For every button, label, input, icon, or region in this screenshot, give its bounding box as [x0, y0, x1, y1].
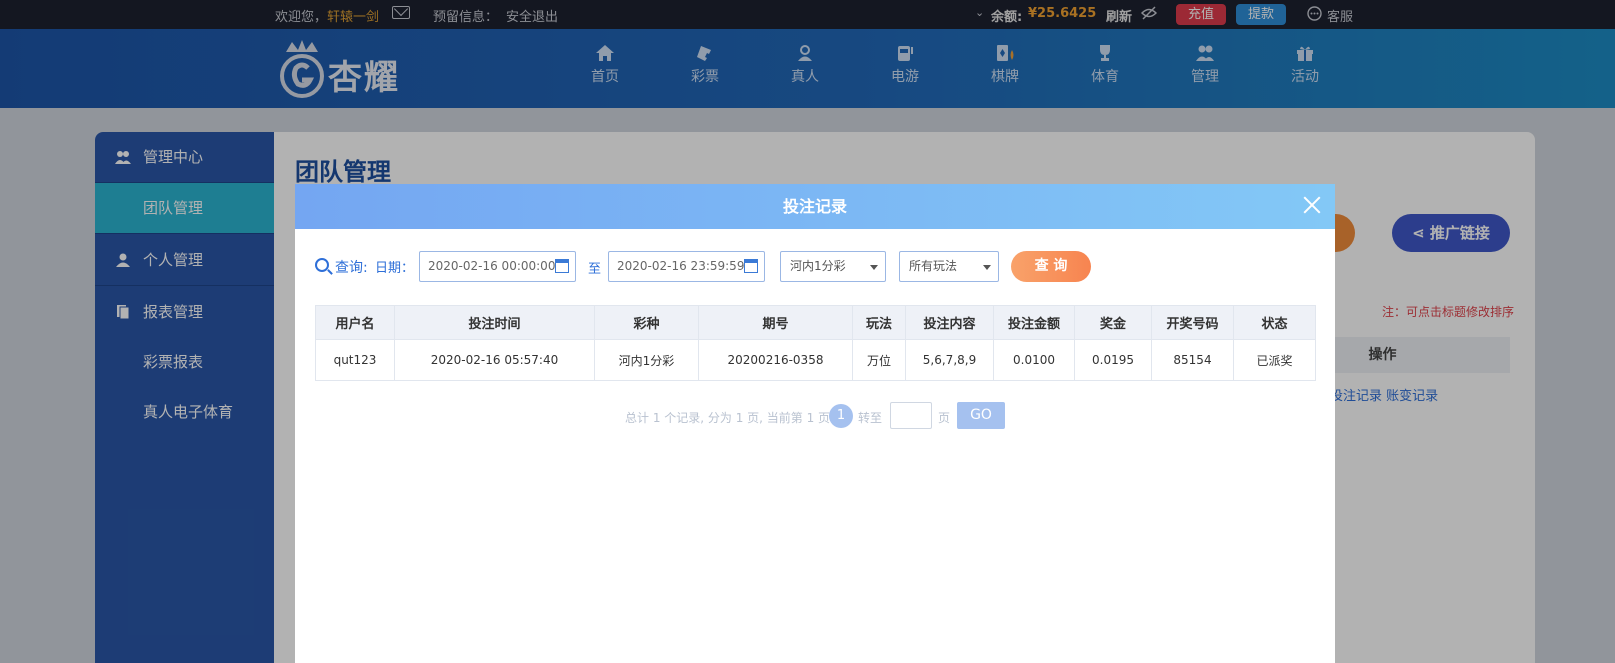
close-icon[interactable]: [1301, 194, 1323, 216]
dropdown-arrow-icon: [983, 265, 991, 270]
cell-status: 已派奖: [1233, 339, 1316, 381]
lottery-type-select[interactable]: 河内1分彩: [780, 251, 886, 282]
pagination: 总计 1 个记录, 分为 1 页, 当前第 1 页 1 转至 页 GO: [295, 402, 1335, 430]
table-header-row: 用户名 投注时间 彩种 期号 玩法 投注内容 投注金额 奖金 开奖号码 状态: [315, 305, 1316, 340]
page-jump-input[interactable]: [890, 402, 932, 429]
date-to-input[interactable]: 2020-02-16 23:59:59: [608, 251, 765, 282]
cell-bet-time: 2020-02-16 05:57:40: [394, 339, 595, 381]
jump-to-label: 转至: [858, 411, 883, 425]
modal-title: 投注记录: [295, 184, 1335, 229]
calendar-icon[interactable]: [555, 259, 569, 273]
cell-bet-amount: 0.0100: [993, 339, 1075, 381]
to-label: 至: [588, 262, 602, 277]
search-icon: [315, 258, 329, 272]
column-header[interactable]: 奖金: [1074, 305, 1152, 340]
column-header[interactable]: 投注内容: [905, 305, 994, 340]
column-header[interactable]: 开奖号码: [1151, 305, 1234, 340]
date-from-input[interactable]: 2020-02-16 00:00:00: [419, 251, 576, 282]
go-button[interactable]: GO: [957, 402, 1005, 429]
page-number-button[interactable]: 1: [829, 404, 853, 428]
cell-lottery: 河内1分彩: [594, 339, 699, 381]
column-header[interactable]: 状态: [1233, 305, 1316, 340]
column-header[interactable]: 用户名: [315, 305, 395, 340]
play-type-select[interactable]: 所有玩法: [899, 251, 999, 282]
column-header[interactable]: 彩种: [594, 305, 699, 340]
column-header[interactable]: 投注时间: [394, 305, 595, 340]
cell-draw-number: 85154: [1151, 339, 1234, 381]
page-word-label: 页: [938, 411, 951, 425]
dropdown-arrow-icon: [870, 265, 878, 270]
cell-issue-number: 20200216-0358: [698, 339, 853, 381]
calendar-icon[interactable]: [744, 259, 758, 273]
search-button[interactable]: 查 询: [1011, 251, 1091, 282]
column-header[interactable]: 投注金额: [993, 305, 1075, 340]
pagination-summary: 总计 1 个记录, 分为 1 页, 当前第 1 页: [625, 411, 831, 425]
cell-username: qut123: [315, 339, 395, 381]
date-label: 日期：: [375, 261, 415, 276]
filter-bar: 查询: 日期： 2020-02-16 00:00:00 至 2020-02-16…: [295, 251, 1335, 282]
bet-records-table: 用户名 投注时间 彩种 期号 玩法 投注内容 投注金额 奖金 开奖号码 状态 q…: [315, 305, 1316, 381]
column-header[interactable]: 期号: [698, 305, 853, 340]
cell-bet-content: 5,6,7,8,9: [905, 339, 994, 381]
bet-records-modal: 投注记录 查询: 日期： 2020-02-16 00:00:00 至 2020-…: [295, 184, 1335, 663]
cell-prize: 0.0195: [1074, 339, 1152, 381]
column-header[interactable]: 玩法: [852, 305, 906, 340]
cell-play: 万位: [852, 339, 906, 381]
table-row: qut123 2020-02-16 05:57:40 河内1分彩 2020021…: [315, 339, 1316, 381]
query-label: 查询:: [335, 260, 368, 276]
